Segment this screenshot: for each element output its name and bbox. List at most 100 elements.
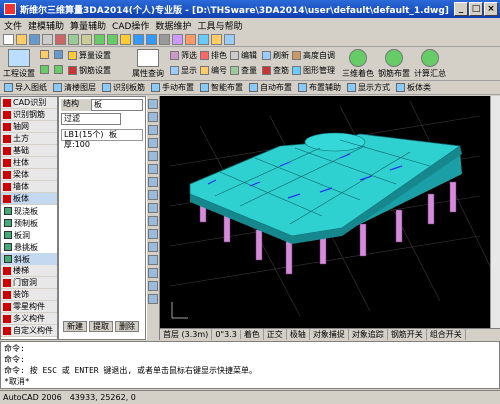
tree-identify-rebar[interactable]: 识别钢筋 [1,109,57,121]
new-icon[interactable] [3,33,14,45]
tb-height-adjust[interactable]: 高度自调 [292,50,335,61]
tree-beam[interactable]: 梁体 [1,169,57,181]
floor-indicator[interactable]: 首层 (3.3m) [160,329,213,340]
tree-axis[interactable]: 轴网 [1,121,57,133]
mirror-icon[interactable] [148,190,158,200]
auto-layout-button[interactable]: 自动布置 [249,82,292,93]
vertical-scrollbar[interactable] [490,96,500,328]
layer-icon[interactable] [172,33,183,45]
tb-undo[interactable] [40,65,49,74]
tree-stairs[interactable]: 楼梯 [1,265,57,277]
tree-earthwork[interactable]: 土方 [1,133,57,145]
otrack-toggle[interactable]: 对象追踪 [349,329,388,340]
menu-tools[interactable]: 工具与帮助 [197,19,242,32]
tree-cast-slab[interactable]: 现浇板 [1,205,57,217]
attr-query-button[interactable]: 属性查询 [132,49,164,79]
minimize-button[interactable]: _ [454,2,468,16]
tree-slab-hole[interactable]: 板洞 [1,229,57,241]
manual-layout-button[interactable]: 手动布置 [151,82,194,93]
3d-orbit-icon[interactable] [211,33,222,45]
tb-graph-manage[interactable]: 图形管理 [292,65,335,76]
move-icon[interactable] [148,229,158,239]
tb-refresh[interactable]: 刷新 [262,50,289,61]
tree-cad-identify[interactable]: CAD识别 [1,97,57,109]
tree-inclined-slab[interactable]: 斜板 [1,253,57,265]
rebar-switch[interactable]: 钢筋开关 [388,329,427,340]
clear-layer-button[interactable]: 清楼图层 [53,82,96,93]
tb-redo[interactable] [54,65,63,74]
slab-class-button[interactable]: 板体类 [396,82,431,93]
polyline-icon[interactable] [148,112,158,122]
tb-rebar-settings[interactable]: 钢筋设置 [68,65,111,76]
calc-report-button[interactable]: 计算汇总 [414,49,446,79]
three-color-button[interactable]: 三维着色 [342,49,374,79]
smart-layout-button[interactable]: 智能布置 [200,82,243,93]
type-combo[interactable]: 板 [91,99,143,111]
zoom-icon[interactable] [133,33,144,45]
offset-icon[interactable] [148,203,158,213]
tb-calc-settings[interactable]: 算量设置 [68,50,111,61]
scale-icon[interactable] [148,255,158,265]
command-window[interactable]: 命令: 命令: 命令: 按 ESC 或 ENTER 键退出, 或者单击鼠标右键显… [0,341,500,389]
shade-toggle[interactable]: 着色 [241,329,264,340]
extract-button[interactable]: 提取 [89,321,113,332]
tree-custom[interactable]: 自定义构件 [1,325,57,337]
tb-filter[interactable]: 筛选 [170,50,197,61]
tb-number[interactable]: 编号 [200,65,227,76]
tree-decoration[interactable]: 装饰 [1,289,57,301]
identify-rebar-button[interactable]: 识别板筋 [102,82,145,93]
stretch-icon[interactable] [148,268,158,278]
paste-icon[interactable] [81,33,92,45]
extend-icon[interactable] [148,294,158,304]
pan-icon[interactable] [120,33,131,45]
tree-polyline[interactable]: 多义构件 [1,313,57,325]
menu-calc[interactable]: 算量辅助 [70,19,106,32]
tree-wall[interactable]: 墙体 [1,181,57,193]
close-button[interactable]: × [484,2,498,16]
cut-icon[interactable] [55,33,66,45]
menu-data[interactable]: 数据维护 [155,19,191,32]
circle-icon[interactable] [148,125,158,135]
redo-icon[interactable] [107,33,118,45]
tb-color[interactable]: 排色 [200,50,227,61]
color-icon[interactable] [185,33,196,45]
tb-query-rebar[interactable]: 查筋 [262,65,289,76]
tree-column[interactable]: 柱体 [1,157,57,169]
layout-assist-button[interactable]: 布置辅助 [298,82,341,93]
save-icon[interactable] [29,33,40,45]
import-drawing-button[interactable]: 导入图纸 [4,82,47,93]
line-icon[interactable] [148,99,158,109]
menu-file[interactable]: 文件 [4,19,22,32]
rectangle-icon[interactable] [148,151,158,161]
osnap-toggle[interactable]: 对象捕捉 [310,329,349,340]
tb-display[interactable]: 显示 [170,65,197,76]
combo-switch[interactable]: 组合开关 [427,329,466,340]
display-mode-button[interactable]: 显示方式 [347,82,390,93]
array-icon[interactable] [148,216,158,226]
tb-open[interactable] [40,50,49,59]
properties-icon[interactable] [159,33,170,45]
menu-modeling[interactable]: 建模辅助 [28,19,64,32]
menu-cad[interactable]: CAD操作 [112,19,149,32]
undo-icon[interactable] [94,33,105,45]
ortho-toggle[interactable]: 正交 [264,329,287,340]
arc-icon[interactable] [148,138,158,148]
help-icon[interactable] [224,33,235,45]
erase-icon[interactable] [148,164,158,174]
new-button[interactable]: 新建 [63,321,87,332]
project-settings-button[interactable]: 工程设置 [3,49,35,79]
tb-save[interactable] [54,50,63,59]
tree-misc[interactable]: 零星构件 [1,301,57,313]
open-icon[interactable] [16,33,27,45]
copy-icon[interactable] [68,33,79,45]
tree-foundation[interactable]: 基础 [1,145,57,157]
rebar-layout-button[interactable]: 钢筋布置 [378,49,410,79]
view-icon[interactable] [198,33,209,45]
maximize-button[interactable]: □ [469,2,483,16]
filter-combo[interactable]: 过滤 [61,113,121,125]
delete-button[interactable]: 删除 [115,321,139,332]
trim-icon[interactable] [148,281,158,291]
zoom-window-icon[interactable] [146,33,157,45]
tree-cantilever-slab[interactable]: 悬挑板 [1,241,57,253]
tree-precast-slab[interactable]: 预制板 [1,217,57,229]
